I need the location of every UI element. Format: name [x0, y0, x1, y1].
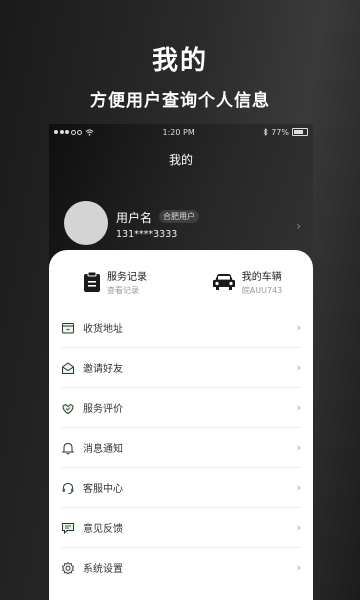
chevron-right-icon: ›	[296, 401, 301, 414]
status-time: 1:20 PM	[162, 127, 195, 137]
username: 用户名	[116, 211, 153, 225]
menu-item-support[interactable]: 客服中心 ›	[61, 468, 301, 508]
wifi-icon	[85, 128, 94, 136]
menu-label-notifications: 消息通知	[83, 444, 123, 455]
clipboard-icon	[84, 271, 100, 292]
menu-label-settings: 系统设置	[83, 564, 123, 575]
address-icon	[62, 322, 74, 333]
service-records-subtitle: 查看记录	[107, 286, 139, 295]
signal-dots-icon	[54, 129, 82, 135]
my-vehicle-button[interactable]: 我的车辆 皖AUU743	[181, 250, 313, 308]
menu-label-address: 收货地址	[83, 324, 123, 335]
chevron-right-icon[interactable]: ›	[296, 219, 301, 233]
chevron-right-icon: ›	[296, 321, 301, 334]
menu-item-review[interactable]: 服务评价 ›	[61, 388, 301, 428]
menu-label-invite: 邀请好友	[83, 364, 123, 375]
phone-number: 131****3333	[116, 229, 178, 240]
avatar[interactable]	[64, 201, 108, 245]
car-icon	[212, 274, 235, 290]
phone-screen: 1:20 PM 77% 我的 用户名 合肥用户 131****3333 › 服务…	[49, 124, 313, 600]
my-vehicle-title: 我的车辆	[241, 272, 282, 283]
settings-icon	[61, 561, 75, 575]
hero-title: 我的	[151, 46, 208, 76]
battery-percent: 77%	[271, 127, 289, 137]
menu-list: 收货地址 › 邀请好友 › 服务评价 › 消息通知 › 客服中心 › 意见反馈 …	[49, 308, 313, 587]
menu-item-notifications[interactable]: 消息通知 ›	[61, 428, 301, 468]
invite-icon	[62, 361, 74, 374]
status-bar: 1:20 PM 77%	[49, 124, 313, 140]
profile-header[interactable]: 用户名 合肥用户 131****3333 ›	[49, 169, 313, 245]
signal-indicator	[54, 128, 94, 136]
chevron-right-icon: ›	[296, 361, 301, 374]
chevron-right-icon: ›	[296, 521, 301, 534]
menu-item-invite[interactable]: 邀请好友 ›	[61, 348, 301, 388]
chevron-right-icon: ›	[296, 441, 301, 454]
menu-item-address[interactable]: 收货地址 ›	[61, 308, 301, 348]
feedback-icon	[62, 522, 74, 534]
quick-actions: 服务记录 查看记录 我的车辆 皖AUU743	[49, 250, 313, 308]
bell-icon	[61, 442, 75, 454]
nav-title: 我的	[168, 153, 193, 167]
review-icon	[62, 403, 74, 414]
headset-icon	[62, 482, 74, 494]
chevron-right-icon: ›	[296, 481, 301, 494]
menu-card: 服务记录 查看记录 我的车辆 皖AUU743 收货地址 › 邀请好友 › 服务评…	[49, 250, 313, 600]
service-records-button[interactable]: 服务记录 查看记录	[49, 250, 181, 308]
bluetooth-icon	[263, 128, 268, 136]
menu-item-feedback[interactable]: 意见反馈 ›	[61, 508, 301, 548]
hero-subtitle: 方便用户查询个人信息	[90, 91, 270, 111]
menu-label-feedback: 意见反馈	[83, 524, 123, 535]
vehicle-plate: 皖AUU743	[241, 286, 283, 295]
city-badge: 合肥用户	[159, 210, 199, 223]
menu-label-support: 客服中心	[83, 484, 123, 495]
chevron-right-icon: ›	[296, 561, 301, 574]
battery-icon	[291, 128, 308, 136]
menu-label-review: 服务评价	[83, 404, 123, 415]
menu-item-settings[interactable]: 系统设置 ›	[61, 548, 301, 587]
service-records-title: 服务记录	[107, 272, 147, 283]
